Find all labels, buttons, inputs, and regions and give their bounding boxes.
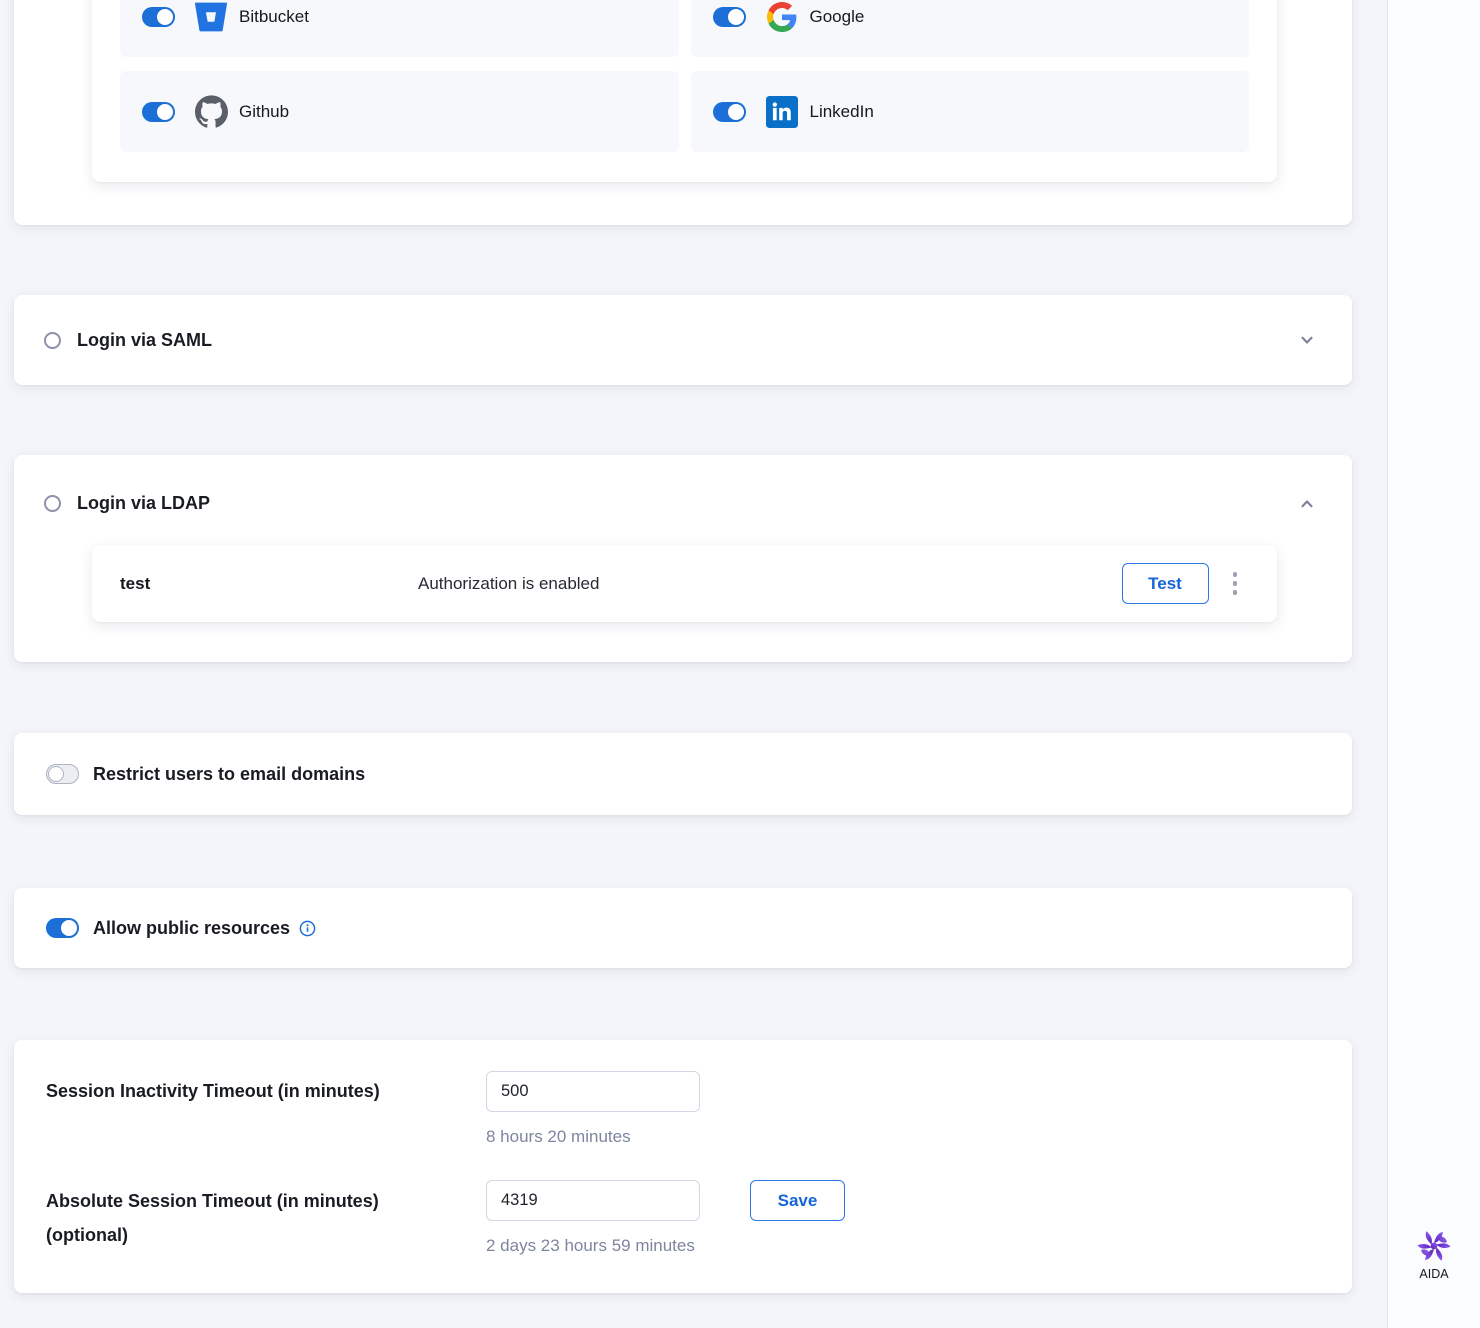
absolute-timeout-helper: 2 days 23 hours 59 minutes xyxy=(486,1236,845,1256)
provider-label: Bitbucket xyxy=(239,7,309,27)
test-button[interactable]: Test xyxy=(1122,563,1209,604)
provider-grid: Bitbucket Google xyxy=(92,0,1277,180)
absolute-timeout-label-line1: Absolute Session Timeout (in minutes) xyxy=(46,1184,486,1218)
github-icon xyxy=(193,94,229,130)
aida-branding[interactable]: AIDA xyxy=(1388,1228,1480,1281)
restrict-email-domains-toggle[interactable] xyxy=(46,764,79,784)
absolute-timeout-row: Absolute Session Timeout (in minutes) (o… xyxy=(14,1180,1352,1256)
allow-public-resources-toggle[interactable] xyxy=(46,918,79,938)
bitbucket-toggle[interactable] xyxy=(142,7,175,27)
saml-card: Login via SAML xyxy=(14,295,1352,385)
provider-tile-github: Github xyxy=(120,71,679,152)
security-settings-page: Bitbucket Google xyxy=(0,0,1480,1328)
google-icon xyxy=(764,0,800,35)
ldap-card: Login via LDAP test Authorization is ena… xyxy=(14,455,1352,662)
ldap-entry-name: test xyxy=(120,574,418,594)
allow-public-resources-card: Allow public resources xyxy=(14,888,1352,968)
linkedin-toggle[interactable] xyxy=(713,102,746,122)
ldap-label: Login via LDAP xyxy=(77,493,210,514)
right-rail: AIDA xyxy=(1387,0,1480,1328)
inactivity-timeout-helper: 8 hours 20 minutes xyxy=(486,1127,700,1147)
ldap-entry-status: Authorization is enabled xyxy=(418,574,1122,594)
ldap-header: Login via LDAP xyxy=(14,455,1352,514)
github-toggle[interactable] xyxy=(142,102,175,122)
provider-tile-linkedin: LinkedIn xyxy=(691,71,1250,152)
toggle-knob xyxy=(728,104,744,120)
allow-public-resources-label: Allow public resources xyxy=(93,918,290,939)
chevron-up-icon[interactable] xyxy=(1298,495,1316,513)
oauth-providers-panel: Bitbucket Google xyxy=(92,0,1277,182)
chevron-down-icon[interactable] xyxy=(1298,331,1316,349)
absolute-timeout-field: Save 2 days 23 hours 59 minutes xyxy=(486,1180,845,1256)
google-toggle[interactable] xyxy=(713,7,746,27)
save-button[interactable]: Save xyxy=(750,1180,845,1221)
restrict-email-domains-card: Restrict users to email domains xyxy=(14,733,1352,815)
linkedin-icon xyxy=(764,94,800,130)
aida-logo-icon xyxy=(1416,1228,1452,1264)
provider-label: LinkedIn xyxy=(810,102,874,122)
toggle-knob xyxy=(157,9,173,25)
oauth-providers-card: Bitbucket Google xyxy=(14,0,1352,225)
provider-label: Google xyxy=(810,7,865,27)
inactivity-timeout-label: Session Inactivity Timeout (in minutes) xyxy=(46,1071,486,1112)
ldap-entry-row: test Authorization is enabled Test xyxy=(92,545,1277,622)
saml-radio[interactable] xyxy=(44,332,61,349)
info-icon[interactable] xyxy=(299,920,316,937)
restrict-email-domains-label: Restrict users to email domains xyxy=(93,764,365,785)
inactivity-timeout-row: Session Inactivity Timeout (in minutes) … xyxy=(14,1071,1352,1147)
absolute-timeout-label: Absolute Session Timeout (in minutes) (o… xyxy=(46,1180,486,1252)
provider-tile-google: Google xyxy=(691,0,1250,57)
bitbucket-icon xyxy=(193,0,229,35)
toggle-knob xyxy=(48,766,64,782)
absolute-timeout-label-line2: (optional) xyxy=(46,1218,486,1252)
inactivity-timeout-field: 8 hours 20 minutes xyxy=(486,1071,700,1147)
toggle-knob xyxy=(728,9,744,25)
toggle-knob xyxy=(61,920,77,936)
ldap-radio[interactable] xyxy=(44,495,61,512)
kebab-menu-icon[interactable] xyxy=(1229,568,1242,599)
saml-label: Login via SAML xyxy=(77,330,212,351)
session-settings-card: Session Inactivity Timeout (in minutes) … xyxy=(14,1040,1352,1293)
provider-label: Github xyxy=(239,102,289,122)
inactivity-timeout-input[interactable] xyxy=(486,1071,700,1112)
absolute-timeout-input[interactable] xyxy=(486,1180,700,1221)
toggle-knob xyxy=(157,104,173,120)
provider-tile-bitbucket: Bitbucket xyxy=(120,0,679,57)
aida-label: AIDA xyxy=(1419,1267,1448,1281)
